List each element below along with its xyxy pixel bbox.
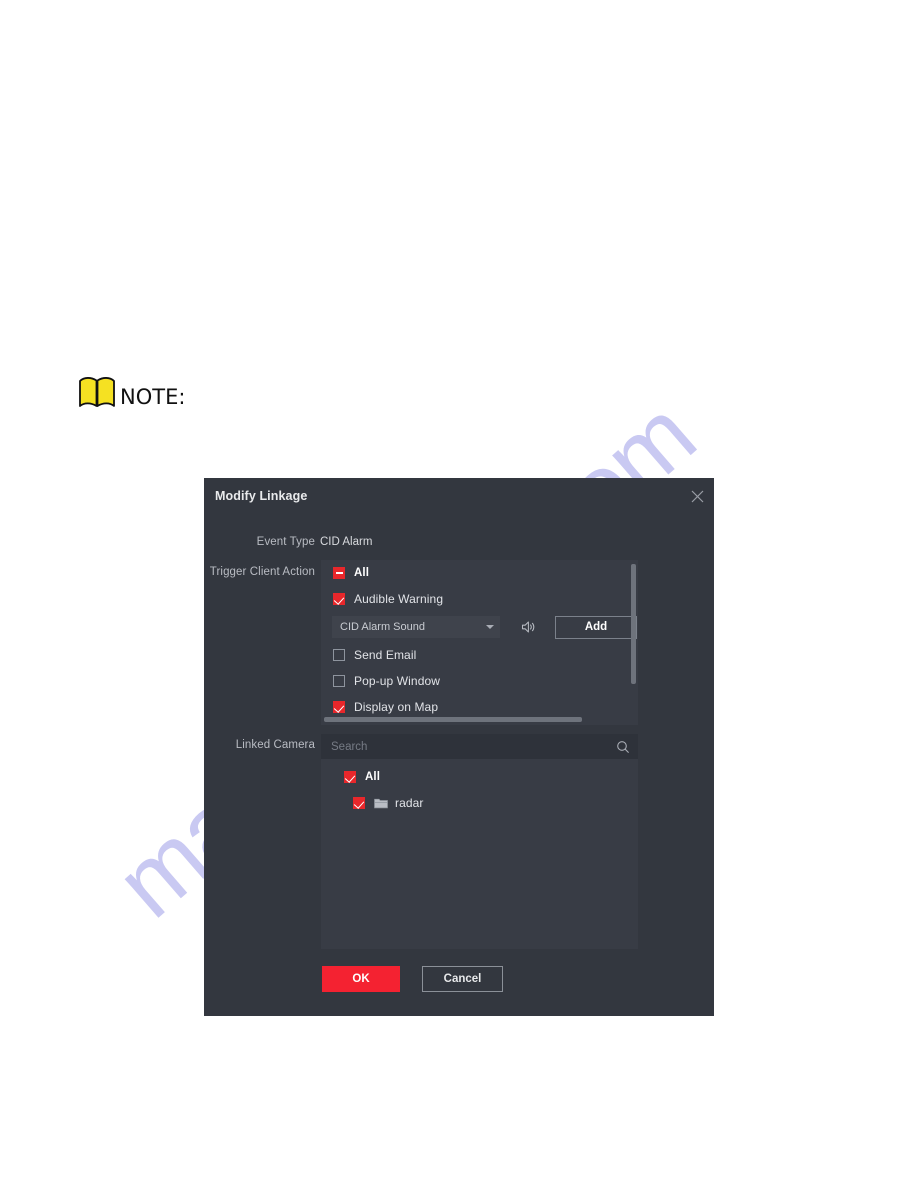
checkbox-display-on-map[interactable]	[333, 701, 345, 713]
dialog-titlebar: Modify Linkage	[204, 478, 714, 516]
linked-camera-panel: All radar	[321, 759, 638, 949]
yellow-book-icon	[78, 376, 118, 409]
folder-icon	[374, 797, 388, 809]
trigger-item-label: Audible Warning	[354, 592, 444, 606]
dialog-footer: OK Cancel	[322, 966, 503, 992]
checkbox-all-actions[interactable]	[333, 567, 345, 579]
trigger-item-label: All	[354, 567, 369, 579]
camera-search-bar[interactable]	[321, 734, 638, 759]
trigger-item-label: Display on Map	[354, 700, 439, 714]
scrollbar-thumb[interactable]	[631, 564, 636, 684]
trigger-panel-horizontal-scrollbar[interactable]	[324, 717, 626, 722]
camera-tree-label: All	[365, 771, 380, 783]
trigger-item-send-email[interactable]: Send Email	[321, 642, 638, 668]
search-icon[interactable]	[616, 740, 630, 754]
alarm-sound-value: CID Alarm Sound	[340, 621, 425, 633]
checkbox-audible-warning[interactable]	[333, 593, 345, 605]
trigger-item-label: Send Email	[354, 648, 417, 662]
checkbox-all-cameras[interactable]	[344, 771, 356, 783]
ok-button[interactable]: OK	[322, 966, 400, 992]
trigger-client-action-panel: All Audible Warning CID Alarm Sound Add	[321, 560, 638, 725]
scrollbar-thumb[interactable]	[324, 717, 582, 722]
close-icon[interactable]	[686, 485, 708, 507]
alarm-sound-select[interactable]: CID Alarm Sound	[332, 616, 500, 638]
camera-tree-label: radar	[395, 796, 424, 810]
trigger-item-popup-window[interactable]: Pop-up Window	[321, 668, 638, 694]
trigger-item-all[interactable]: All	[321, 560, 638, 586]
speaker-icon[interactable]	[520, 618, 538, 636]
trigger-item-label: Pop-up Window	[354, 674, 441, 688]
trigger-item-audible-warning[interactable]: Audible Warning	[321, 586, 638, 612]
trigger-panel-vertical-scrollbar[interactable]	[631, 562, 636, 713]
event-type-value: CID Alarm	[320, 536, 373, 548]
note-block: NOTE:	[78, 376, 185, 409]
alarm-sound-row: CID Alarm Sound Add	[321, 612, 638, 642]
checkbox-send-email[interactable]	[333, 649, 345, 661]
add-button[interactable]: Add	[555, 615, 637, 639]
camera-tree-item-all[interactable]: All	[321, 759, 638, 790]
camera-tree-item-radar[interactable]: radar	[321, 790, 638, 816]
linked-camera-label: Linked Camera	[235, 739, 315, 751]
trigger-action-list: All Audible Warning CID Alarm Sound Add	[321, 560, 638, 720]
checkbox-camera-radar[interactable]	[353, 797, 365, 809]
event-type-label: Event Type	[256, 536, 315, 548]
chevron-down-icon[interactable]	[486, 625, 494, 629]
cancel-button[interactable]: Cancel	[422, 966, 503, 992]
trigger-client-action-label: Trigger Client Action	[209, 566, 315, 578]
search-input[interactable]	[331, 740, 616, 753]
page-title: Modify Linkage	[215, 489, 308, 503]
note-label: NOTE:	[120, 385, 186, 409]
checkbox-popup-window[interactable]	[333, 675, 345, 687]
